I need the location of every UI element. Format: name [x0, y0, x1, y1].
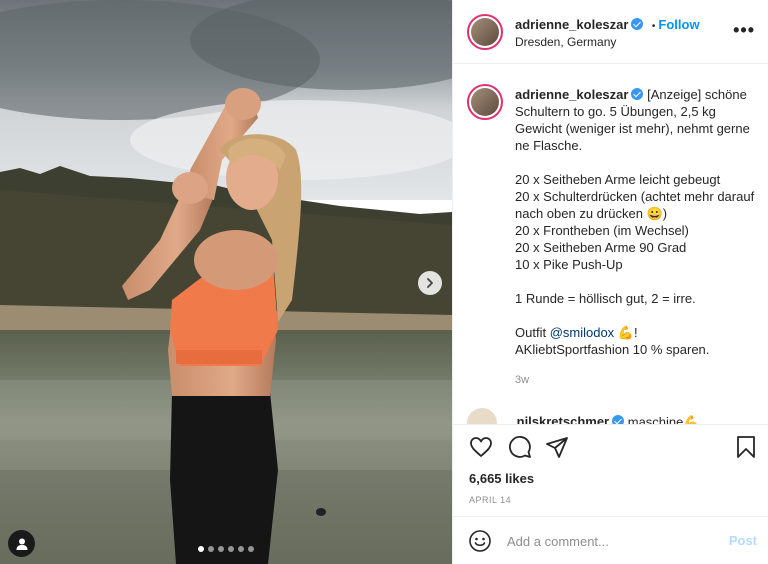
post-date[interactable]: APRIL 14 [469, 495, 511, 505]
outfit-suffix: 💪! [614, 325, 638, 340]
carousel-dot [248, 546, 254, 552]
outfit-prefix: Outfit [515, 325, 550, 340]
caption-line [515, 273, 755, 290]
commenter-username[interactable]: nilskretschmer [517, 414, 610, 424]
share-icon[interactable] [545, 435, 569, 459]
post-media[interactable] [0, 0, 452, 564]
chevron-right-icon [427, 278, 433, 288]
caption-avatar[interactable] [467, 84, 503, 120]
post-header: adrienne_koleszar • Follow Dresden, Germa… [453, 0, 768, 64]
carousel-dot [198, 546, 204, 552]
more-options-icon[interactable]: ••• [733, 21, 755, 39]
comment-item: nilskretschmer maschine💪 [467, 408, 700, 424]
caption-line [515, 154, 755, 171]
caption-line: 20 x Seitheben Arme leicht gebeugt [515, 172, 721, 187]
next-slide-button[interactable] [418, 271, 442, 295]
post-actions: 6,665 likes APRIL 14 [453, 424, 768, 505]
tagged-users-button[interactable] [8, 530, 35, 557]
heart-icon[interactable] [469, 435, 493, 459]
comments-section[interactable]: adrienne_koleszar [Anzeige] schöne Schul… [453, 64, 768, 424]
verified-badge-icon [631, 88, 644, 100]
header-separator: • [651, 21, 656, 32]
author-avatar[interactable] [467, 14, 503, 50]
caption-line: 20 x Seitheben Arme 90 Grad [515, 240, 687, 255]
instagram-post: adrienne_koleszar • Follow Dresden, Germa… [0, 0, 768, 564]
add-comment-bar: Post [453, 516, 768, 564]
caption-time[interactable]: 3w [515, 374, 529, 386]
emoji-icon[interactable] [469, 530, 491, 552]
post-comment-button[interactable]: Post [729, 533, 757, 548]
caption-line: 20 x Schulterdrücken (achtet mehr darauf… [515, 189, 755, 221]
caption-line: AKliebtSportfashion 10 % sparen. [515, 342, 710, 357]
caption-username[interactable]: adrienne_koleszar [515, 87, 628, 102]
post-location[interactable]: Dresden, Germany [515, 35, 616, 49]
caption-line [515, 307, 755, 324]
verified-badge-icon [631, 18, 644, 30]
commenter-avatar[interactable] [467, 408, 497, 424]
verified-badge-icon [612, 415, 625, 424]
carousel-dot [228, 546, 234, 552]
comment-icon[interactable] [508, 435, 532, 459]
post-sidebar: adrienne_koleszar • Follow Dresden, Germa… [452, 0, 768, 564]
carousel-dot [238, 546, 244, 552]
comment-text: maschine💪 [627, 414, 700, 424]
brand-mention-link[interactable]: @smilodox [550, 325, 615, 340]
carousel-dot [218, 546, 224, 552]
post-caption: adrienne_koleszar [Anzeige] schöne Schul… [515, 86, 755, 358]
author-username[interactable]: adrienne_koleszar [515, 17, 628, 32]
caption-line: 1 Runde = höllisch gut, 2 = irre. [515, 291, 696, 306]
bookmark-icon[interactable] [735, 435, 757, 459]
post-photo [0, 0, 452, 564]
caption-line: 10 x Pike Push-Up [515, 257, 623, 272]
user-tag-icon [16, 538, 27, 550]
carousel-indicator [198, 546, 254, 552]
caption-line: 20 x Frontheben (im Wechsel) [515, 223, 689, 238]
likes-count[interactable]: 6,665 likes [469, 471, 534, 486]
follow-button[interactable]: Follow [658, 17, 699, 32]
comment-input[interactable] [505, 529, 709, 553]
carousel-dot [208, 546, 214, 552]
